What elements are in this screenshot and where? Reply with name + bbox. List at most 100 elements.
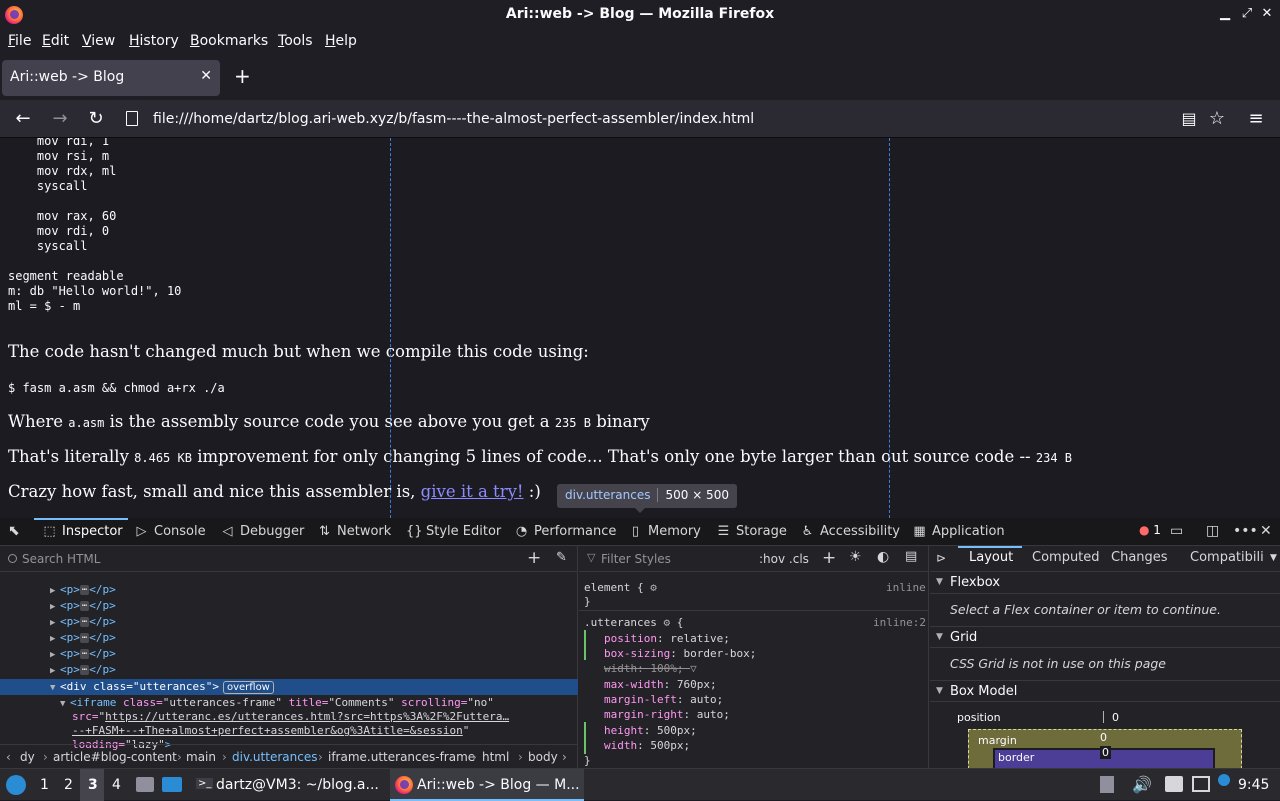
filter-styles-bar[interactable]: ▽ Filter Styles :hov .cls + ☀ ◐ ▤ [579,546,928,572]
close-window-button[interactable]: ✕ [1258,5,1276,23]
tray-updates-icon[interactable] [1218,774,1230,786]
forward-arrow-icon[interactable]: → [49,108,71,130]
tree-node-p[interactable]: ▶ <p> ⋯ </p> [50,599,116,614]
taskbar-firefox[interactable]: Ari::web -> Blog — M... [390,769,584,801]
more-tabs-icon[interactable]: ▼ [1270,553,1277,563]
breadcrumb-item[interactable]: body [528,750,558,764]
close-tab-icon[interactable]: ✕ [200,68,212,84]
devtools-tab-network[interactable]: ⇅ Network [317,524,391,539]
reader-view-icon[interactable]: ▤ [1178,108,1200,130]
tab-changes[interactable]: Changes [1111,550,1168,565]
menu-edit[interactable]: Edit [42,33,69,49]
margin-top-value[interactable]: 0 [1100,731,1107,744]
overflow-badge[interactable]: overflow [222,681,274,694]
give-it-a-try-link[interactable]: give it a try! [421,482,524,501]
dark-theme-icon[interactable]: ◐ [877,549,889,565]
error-count-badge[interactable]: ● 1 [1139,523,1161,537]
flexbox-section-header[interactable]: ▼ Flexbox [930,572,1280,594]
minimize-button[interactable]: ▁ [1216,5,1234,23]
devtools-tab-style-editor[interactable]: {} Style Editor [406,524,501,539]
add-rule-icon[interactable]: + [822,548,836,568]
close-devtools-icon[interactable]: ✕ [1260,523,1272,539]
search-html-input[interactable]: Search HTML [22,552,100,566]
breadcrumb-item[interactable]: iframe.utterances-frame [328,750,475,764]
filter-styles-input[interactable]: Filter Styles [601,552,671,566]
css-declaration-overridden[interactable]: width: 100%; ▽ [604,662,697,676]
utterances-rule-source[interactable]: inline:2 [873,616,926,629]
tree-node-iframe[interactable]: ▼ <iframe class="utterances-frame" title=… [60,696,494,711]
workspace-3[interactable]: 3 [88,777,98,793]
css-declaration[interactable]: width: 500px; [604,739,690,753]
utterances-rule-selector[interactable]: .utterances ⚙ { [584,616,683,630]
css-declaration[interactable]: height: 500px; [604,724,697,738]
taskbar-terminal[interactable]: >_ dartz@VM3: ~/blog.a... [192,769,388,801]
breadcrumb-scroll-left-icon[interactable]: ‹ [6,750,11,764]
tree-node-p[interactable]: ▶ <p> ⋯ </p> [50,631,116,646]
devtools-tab-debugger[interactable]: ◁ Debugger [220,524,305,539]
eyedropper-icon[interactable]: ✎ [556,550,567,565]
breadcrumb-item[interactable]: article#blog-content [53,750,177,764]
reload-icon[interactable]: ↻ [85,108,107,130]
breadcrumb-item[interactable]: html [482,750,509,764]
back-arrow-icon[interactable]: ← [12,108,34,130]
volume-icon[interactable]: 🔊 [1132,775,1152,794]
tree-node-p[interactable]: ▶ <p> ⋯ </p> [50,615,116,630]
css-declaration[interactable]: margin-left: auto; [604,693,723,707]
workspace-1[interactable]: 1 [40,777,49,793]
devtools-tab-application[interactable]: ▦ Application [912,524,1004,539]
menu-help[interactable]: Help [325,33,357,49]
tree-node-p[interactable]: ▶ <p> ⋯ </p> [50,663,116,678]
devtools-tab-inspector[interactable]: ⬚ Inspector [42,524,122,539]
workspace-2[interactable]: 2 [64,777,73,793]
menu-view[interactable]: View [82,33,115,49]
search-html-bar[interactable]: Search HTML + ✎ [0,546,577,572]
file-manager-icon[interactable] [136,777,154,792]
clock[interactable]: 9:45 [1238,777,1269,793]
menu-file[interactable]: File [8,33,31,49]
devtools-tab-accessibility[interactable]: ♿ Accessibility [800,524,900,539]
start-menu-icon[interactable] [6,775,26,795]
menu-bookmarks[interactable]: Bookmarks [190,33,268,49]
window-titlebar[interactable]: Ari::web -> Blog — Mozilla Firefox ▁ ⤢ ✕ [0,0,1280,30]
css-declaration[interactable]: margin-right: auto; [604,708,730,722]
toggle-sidebar-icon[interactable]: ⊳ [936,551,946,565]
tray-clipboard-icon[interactable] [1100,776,1114,793]
css-declaration[interactable]: position: relative; [604,632,730,646]
tree-node-p[interactable]: ▶ <p> ⋯ </p> [50,583,116,598]
menu-tools[interactable]: Tools [278,33,313,49]
show-desktop-icon[interactable] [162,777,182,792]
tab-compatibility[interactable]: Compatibili [1190,550,1264,565]
workspace-4[interactable]: 4 [112,777,121,793]
url-bar[interactable]: file:///home/dartz/blog.ari-web.xyz/b/fa… [118,104,1238,134]
devtools-tab-performance[interactable]: ◔ Performance [514,524,617,539]
breadcrumb-item[interactable]: dy [20,750,35,764]
breadcrumb-scroll-right-icon[interactable]: › [562,750,567,764]
devtools-tab-storage[interactable]: ☰ Storage [716,524,787,539]
box-model-section-header[interactable]: ▼ Box Model [930,680,1280,702]
app-menu-icon[interactable]: ≡ [1245,108,1267,130]
devtools-tab-memory[interactable]: ▯ Memory [628,524,701,539]
print-media-icon[interactable]: ▤ [905,549,917,564]
url-input[interactable]: file:///home/dartz/blog.ari-web.xyz/b/fa… [153,111,754,127]
devtools-tab-console[interactable]: ▷ Console [134,524,206,539]
maximize-button[interactable]: ⤢ [1238,5,1256,23]
new-tab-button[interactable]: + [234,66,251,86]
element-picker-icon[interactable]: ⬉ [8,523,20,539]
devtools-more-icon[interactable]: ••• [1233,523,1258,539]
bookmark-star-icon[interactable]: ☆ [1206,108,1228,130]
tray-files-icon[interactable] [1165,776,1183,792]
menu-history[interactable]: History [129,33,179,49]
tray-network-icon[interactable] [1192,776,1210,792]
tree-node-div-utterances[interactable]: ▼ <div class="utterances"> overflow [50,680,274,695]
css-declaration[interactable]: box-sizing: border-box; [604,647,756,661]
breadcrumb-item[interactable]: main [186,750,216,764]
tab-computed[interactable]: Computed [1032,550,1100,565]
grid-section-header[interactable]: ▼ Grid [930,626,1280,648]
tree-node-p[interactable]: ▶ <p> ⋯ </p> [50,647,116,662]
box-position-value[interactable]: 0 [1112,711,1119,724]
light-theme-icon[interactable]: ☀ [849,549,862,565]
hov-cls-toggle[interactable]: :hov .cls [759,552,809,566]
iframe-src-attribute[interactable]: src="https://utteranc.es/utterances.html… [72,710,509,724]
border-top-value[interactable]: 0 [1100,746,1111,759]
css-declaration[interactable]: max-width: 760px; [604,678,717,692]
